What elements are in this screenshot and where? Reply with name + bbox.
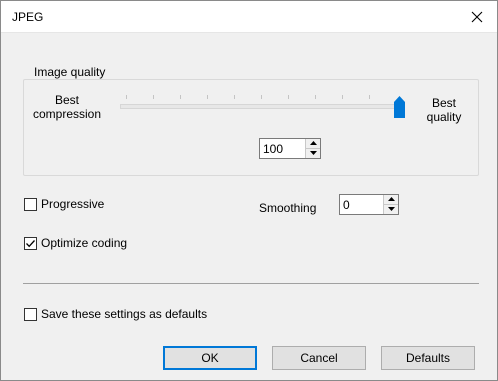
best-compression-label: Best compression bbox=[32, 93, 102, 121]
slider-tick bbox=[180, 95, 181, 99]
arrow-up-icon bbox=[387, 197, 395, 202]
slider-tick bbox=[261, 95, 262, 99]
jpeg-dialog: JPEG Image quality Best compression Best… bbox=[0, 0, 498, 381]
save-defaults-label: Save these settings as defaults bbox=[41, 307, 208, 321]
smoothing-spin-down-button[interactable] bbox=[384, 205, 398, 215]
quality-slider-track[interactable] bbox=[120, 104, 402, 109]
close-button[interactable] bbox=[457, 1, 497, 33]
progressive-checkbox-row[interactable]: Progressive bbox=[24, 197, 104, 211]
slider-tick bbox=[207, 95, 208, 99]
defaults-button[interactable]: Defaults bbox=[381, 346, 475, 370]
image-quality-label: Image quality bbox=[31, 65, 109, 79]
arrow-down-icon bbox=[387, 207, 395, 212]
checkmark-icon bbox=[26, 239, 35, 247]
window-title: JPEG bbox=[12, 10, 44, 24]
smoothing-spinner[interactable]: 0 bbox=[339, 194, 399, 215]
smoothing-spin-up-button[interactable] bbox=[384, 195, 398, 205]
slider-tick bbox=[342, 95, 343, 99]
ok-label: OK bbox=[201, 351, 219, 365]
arrow-up-icon bbox=[309, 141, 317, 146]
slider-tick bbox=[126, 95, 127, 99]
defaults-label: Defaults bbox=[405, 351, 451, 365]
separator bbox=[23, 283, 479, 284]
slider-tick bbox=[153, 95, 154, 99]
smoothing-value[interactable]: 0 bbox=[343, 198, 350, 212]
quality-spin-up-button[interactable] bbox=[306, 139, 320, 149]
progressive-checkbox[interactable] bbox=[24, 197, 37, 211]
slider-tick bbox=[234, 95, 235, 99]
smoothing-label: Smoothing bbox=[259, 201, 317, 215]
optimize-coding-checkbox[interactable] bbox=[24, 236, 37, 250]
quality-value[interactable]: 100 bbox=[263, 142, 283, 156]
slider-tick bbox=[315, 95, 316, 99]
optimize-coding-checkbox-row[interactable]: Optimize coding bbox=[24, 236, 127, 250]
slider-tick bbox=[288, 95, 289, 99]
cancel-label: Cancel bbox=[300, 351, 338, 365]
arrow-down-icon bbox=[309, 151, 317, 156]
save-defaults-checkbox[interactable] bbox=[24, 307, 37, 321]
quality-spin-buttons bbox=[305, 139, 320, 158]
slider-thumb-icon bbox=[394, 96, 405, 118]
save-defaults-checkbox-row[interactable]: Save these settings as defaults bbox=[24, 307, 207, 321]
close-icon bbox=[471, 11, 483, 23]
quality-spinner[interactable]: 100 bbox=[259, 138, 321, 159]
ok-button[interactable]: OK bbox=[163, 346, 257, 370]
best-quality-label: Best quality bbox=[426, 96, 462, 124]
slider-tick bbox=[369, 95, 370, 99]
optimize-coding-label: Optimize coding bbox=[41, 236, 128, 250]
cancel-button[interactable]: Cancel bbox=[272, 346, 366, 370]
quality-spin-down-button[interactable] bbox=[306, 149, 320, 159]
progressive-label: Progressive bbox=[41, 197, 105, 211]
smoothing-spin-buttons bbox=[383, 195, 398, 214]
quality-slider-thumb[interactable] bbox=[394, 96, 405, 121]
title-bar: JPEG bbox=[1, 1, 497, 33]
